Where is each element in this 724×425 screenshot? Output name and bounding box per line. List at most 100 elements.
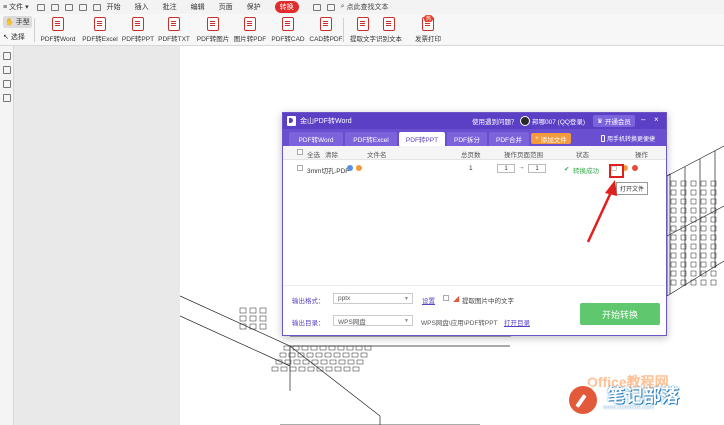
avatar[interactable]	[520, 116, 530, 126]
perforation-hole	[315, 352, 323, 358]
pdf-red-icon: ◢	[453, 294, 460, 303]
perforation-hole	[670, 207, 677, 214]
pen-logo-icon	[567, 384, 599, 416]
perforation-hole	[710, 270, 717, 277]
perforation-hole	[690, 180, 697, 187]
column-pages: 总页数	[461, 152, 481, 159]
thumbnail-icon[interactable]	[3, 52, 11, 60]
perforation-hole	[690, 261, 697, 268]
mode-group: ✋ 手型 ↖ 选择	[3, 16, 32, 42]
tool-label: PDF转图片	[196, 36, 230, 43]
tab-pdf-split[interactable]: PDF拆分	[447, 132, 487, 146]
open-icon[interactable]	[50, 3, 59, 11]
perforation-hole	[346, 345, 354, 351]
output-format-select[interactable]: pptx ▼	[333, 293, 413, 304]
perforation-hole	[239, 307, 247, 314]
bookmark-icon[interactable]	[3, 66, 11, 74]
perforation-hole	[670, 180, 677, 187]
vip-button[interactable]: ♛ 开通会员	[593, 115, 635, 127]
perforation-hole	[289, 366, 297, 372]
perforation-hole	[690, 243, 697, 250]
perforation-hole	[710, 279, 717, 286]
fullscreen-icon[interactable]	[326, 3, 335, 11]
cad-pdf-icon	[320, 17, 332, 31]
perforation-hole	[700, 261, 707, 268]
tab-pdf-to-ppt[interactable]: PDF转PPT	[399, 132, 445, 146]
hand-tool-button[interactable]: ✋ 手型	[3, 16, 32, 28]
tab-pdf-to-word[interactable]: PDF转Word	[289, 132, 343, 146]
phone-link-label: 用手机转换更便捷	[607, 137, 656, 143]
extract-images-checkbox[interactable]	[443, 295, 449, 302]
redo-icon[interactable]	[92, 3, 101, 11]
table-header: 全选 清除 文件名 总页数 操作页面范围 状态 操作	[283, 146, 666, 160]
tab-pdf-merge[interactable]: PDF合并	[489, 132, 529, 146]
perforation-hole	[249, 307, 257, 314]
column-action: 操作	[635, 152, 648, 159]
lock-icon[interactable]	[356, 165, 362, 173]
perforation-hole	[298, 366, 306, 372]
info-icon[interactable]	[347, 165, 353, 173]
tab-page[interactable]: 页面	[219, 2, 233, 12]
perforation-hole	[310, 345, 318, 351]
perforation-hole	[690, 234, 697, 241]
range-to-input[interactable]: 1	[528, 164, 546, 173]
row-checkbox[interactable]	[297, 165, 303, 172]
phone-icon	[601, 135, 605, 142]
perforation-hole	[324, 352, 332, 358]
delete-icon[interactable]	[632, 165, 638, 173]
checkbox-icon	[443, 295, 449, 302]
open-directory-link[interactable]: 打开目录	[504, 317, 530, 327]
help-link[interactable]: 使用遇到问题？	[472, 116, 518, 126]
perforation-hole	[670, 270, 677, 277]
tab-start[interactable]: 开始	[107, 2, 121, 12]
output-format-value: pptx	[338, 295, 351, 302]
annotation-icon[interactable]	[3, 80, 11, 88]
row-status: 转换成功	[573, 168, 599, 175]
pdf-to-word-button[interactable]: PDF转Word	[35, 17, 81, 43]
perforation-hole	[700, 189, 707, 196]
tab-edit[interactable]: 编辑	[191, 2, 205, 12]
perforation-hole	[364, 345, 372, 351]
tool-label: 发票打印	[415, 36, 441, 43]
tab-protect[interactable]: 保护	[247, 2, 261, 12]
chevron-down-icon: ▾	[25, 4, 29, 11]
perforation-hole	[249, 315, 257, 322]
perforation-hole	[293, 359, 301, 365]
tool-label: CAD转PDF	[309, 36, 343, 43]
file-menu[interactable]: ≡ 文件 ▾	[3, 2, 29, 12]
select-all-checkbox[interactable]	[297, 149, 303, 156]
close-icon[interactable]: ×	[654, 115, 659, 124]
start-convert-button[interactable]: 开始转换	[580, 303, 660, 325]
tab-convert[interactable]: 转换	[274, 1, 299, 13]
chevron-down-icon: ▼	[404, 296, 409, 302]
save-icon[interactable]	[36, 3, 45, 11]
undo-icon[interactable]	[78, 3, 87, 11]
phone-convert-link[interactable]: 用手机转换更便捷	[601, 134, 655, 143]
tab-pdf-to-excel[interactable]: PDF转Excel	[345, 132, 397, 146]
dialog-title: 金山PDF转Word	[300, 118, 352, 125]
perforation-hole	[700, 252, 707, 259]
search-box[interactable]: ⌕ 点此查找文本	[341, 2, 389, 12]
select-tool-label: 选择	[10, 34, 25, 41]
attachment-icon[interactable]	[3, 94, 11, 102]
clear-link[interactable]: 清除	[325, 149, 338, 159]
perforation-hole	[690, 252, 697, 259]
select-all-label[interactable]: 全选	[307, 149, 320, 159]
user-name[interactable]: 邦哪007 (QQ登录)	[532, 116, 585, 126]
pdf-converter-dialog: 金山PDF转Word 使用遇到问题？ 邦哪007 (QQ登录) ♛ 开通会员 –…	[282, 112, 667, 336]
tab-comment[interactable]: 批注	[163, 2, 177, 12]
share-icon[interactable]	[312, 3, 321, 11]
range-from-input[interactable]: 1	[497, 164, 515, 173]
settings-link[interactable]: 设置	[422, 295, 435, 305]
minimize-icon[interactable]: –	[641, 115, 645, 124]
image-pdf-icon	[244, 17, 256, 31]
print-icon[interactable]	[64, 3, 73, 11]
tool-label: PDF转Word	[40, 36, 76, 43]
tab-insert[interactable]: 插入	[135, 2, 149, 12]
perforation-hole	[360, 352, 368, 358]
select-tool-button[interactable]: ↖ 选择	[3, 32, 32, 42]
add-file-button[interactable]: + 添加文件	[531, 133, 571, 144]
menu-bar: ≡ 文件 ▾ 开始 插入 批注 编辑 页面 保护 转换 ⌕ 点此查找文本	[0, 0, 724, 14]
perforation-hole	[700, 279, 707, 286]
output-dir-select[interactable]: WPS网盘 ▼	[333, 315, 413, 326]
